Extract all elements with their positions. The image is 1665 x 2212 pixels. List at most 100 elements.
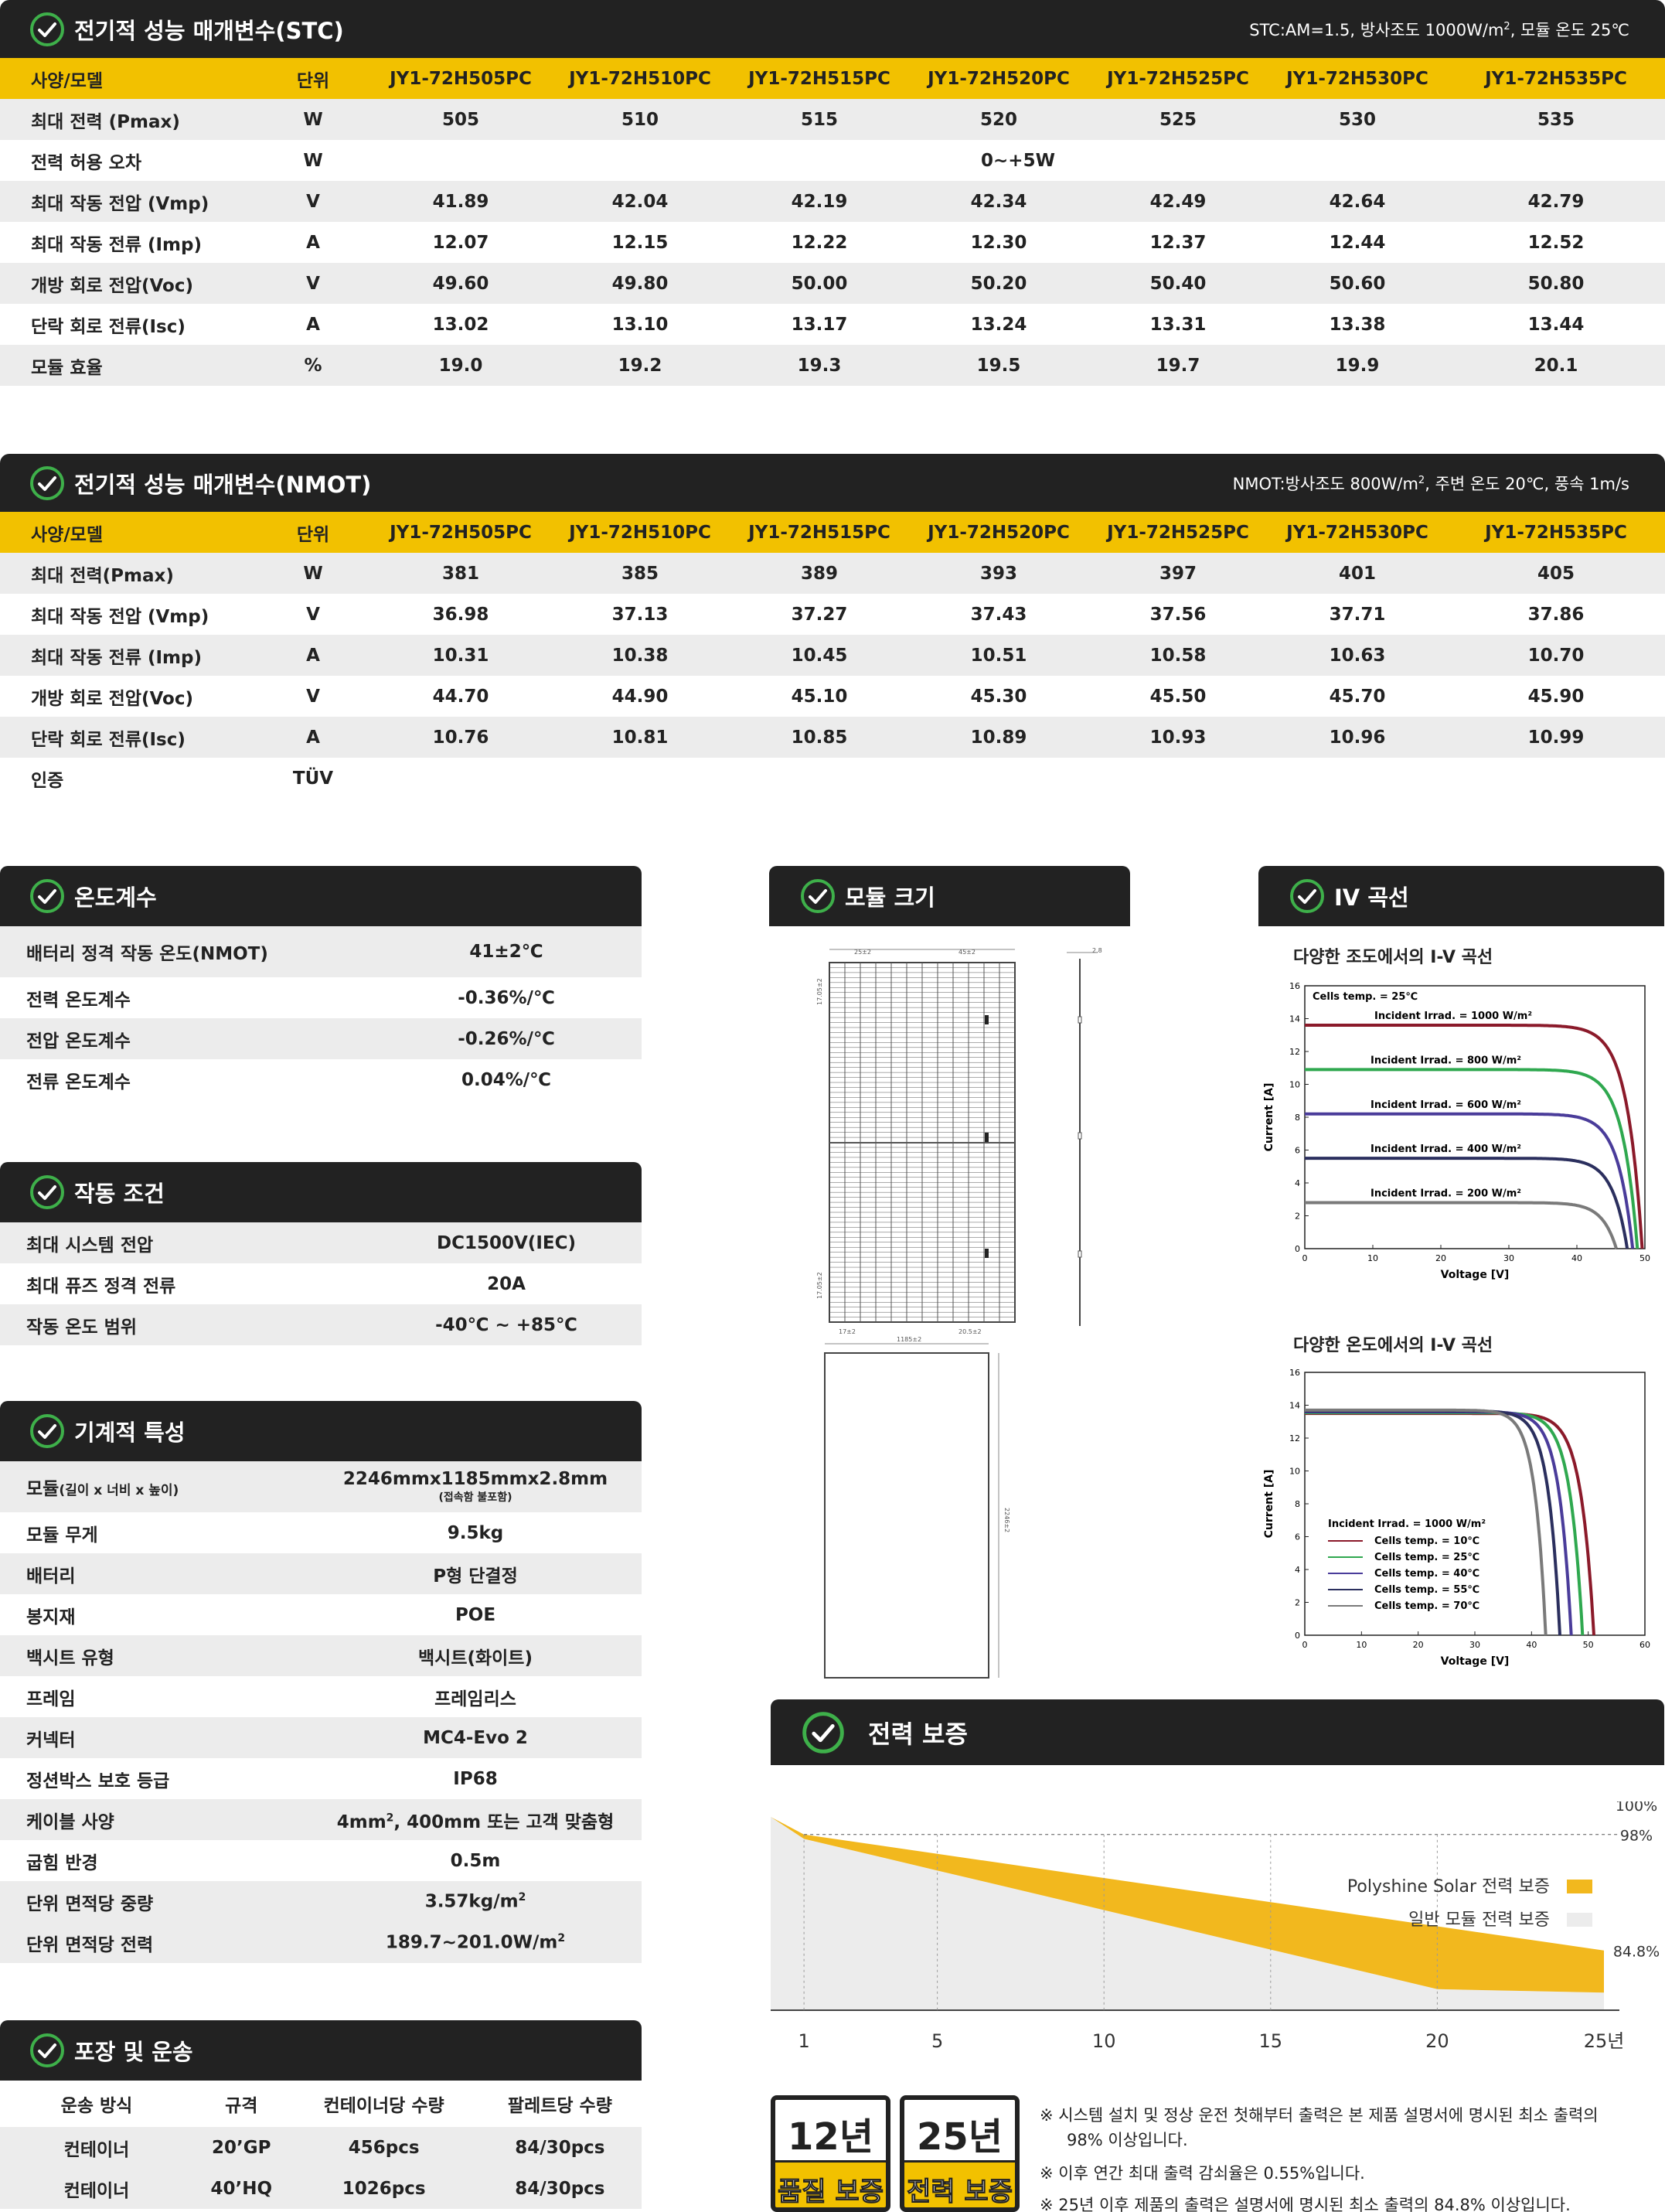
table-row: 백시트 유형 백시트(화이트) xyxy=(0,1635,642,1676)
value-cell: 10.63 xyxy=(1268,635,1447,676)
y-tick-label: 12 xyxy=(1289,1047,1300,1057)
value-cell: 510 xyxy=(550,99,730,140)
value-cell: 389 xyxy=(730,553,909,594)
value-cell: 505 xyxy=(371,99,550,140)
module-drawing: 25±2 45±2 17.05±2 17±2 20.5±2 17.05±2 2.… xyxy=(816,947,1102,1679)
row-label: 최대 전력(Pmax) xyxy=(0,553,255,594)
warranty-title: 전력 보증 xyxy=(868,1719,968,1749)
y-tick-label: 2 xyxy=(1295,1212,1300,1222)
kv-label: 프레임 xyxy=(0,1676,309,1717)
row-label: 최대 작동 전압 (Vmp) xyxy=(0,594,255,635)
x-tick-label: 10 xyxy=(1356,1640,1367,1650)
dim-label: 2246±2 xyxy=(1003,1508,1010,1532)
nmot-title: 전기적 성능 매개변수(NMOT) xyxy=(74,471,372,498)
unit-cell: A xyxy=(255,635,371,676)
value-cell: 12.22 xyxy=(730,222,909,263)
legend-label: 일반 모듈 전력 보증 xyxy=(1408,1910,1550,1930)
value-cell: 13.17 xyxy=(730,304,909,345)
row-label: 전력 허용 오차 xyxy=(0,140,255,181)
pack-cell: 84/30pcs xyxy=(478,2127,642,2168)
iv-section-header: IV 곡선 xyxy=(1258,866,1664,926)
value-cell: 520 xyxy=(909,99,1088,140)
legend-swatch xyxy=(1567,1880,1592,1893)
table-row: 봉지재 POE xyxy=(0,1594,642,1635)
table-row: 사양/모델 단위 JY1-72H505PC JY1-72H510PC JY1-72H51… xyxy=(0,58,1665,99)
table-row: 전류 온도계수 0.04%/℃ xyxy=(0,1059,642,1100)
table-row: 최대 작동 전류 (Imp) A 10.31 10.38 10.45 10.51 10.58… xyxy=(0,635,1665,676)
x-tick-label: 50 xyxy=(1639,1253,1650,1263)
value-cell: 10.89 xyxy=(909,717,1088,758)
kv-label: 봉지재 xyxy=(0,1594,309,1635)
iv-chart-irradiance: 0 10 20 30 40 50 0 2 4 6 8 10 12 14 16 Voltage [V] Curre… xyxy=(1263,981,1650,1281)
value-cell: 50.40 xyxy=(1088,263,1268,304)
value-cell: 42.49 xyxy=(1088,181,1268,222)
x-tick-label: 10 xyxy=(1092,2030,1116,2052)
table-row: 단락 회로 전류(Isc) A 10.76 10.81 10.85 10.89 10.93 1… xyxy=(0,717,1665,758)
unit-cell: A xyxy=(255,717,371,758)
y-tick-label: 84.8% xyxy=(1613,1944,1660,1961)
dim-label: 17.05±2 xyxy=(816,1272,823,1299)
value-cell: 45.10 xyxy=(730,676,909,717)
module-dim-value: 2246mmx1185mmx2.8mm (접속함 불포함) xyxy=(309,1461,642,1512)
iv-chart2-title: 다양한 온도에서의 I-V 곡선 xyxy=(1293,1336,1493,1355)
value-cell: 20.1 xyxy=(1447,345,1665,386)
value-cell: 50.60 xyxy=(1268,263,1447,304)
weight-value: 3.57kg/m2 xyxy=(309,1881,642,1922)
dim-label: 17.05±2 xyxy=(816,978,823,1005)
y-tick-label: 8 xyxy=(1295,1113,1300,1123)
operating-table: 최대 시스템 전압 DC1500V(IEC) 최대 퓨즈 정격 전류 20A 작동 온도… xyxy=(0,1222,642,1345)
value-cell: 385 xyxy=(550,553,730,594)
warranty-note: ※ 25년 이후 제품의 출력은 설명서에 명시된 최소 출력의 84.8% 이… xyxy=(1040,2196,1571,2212)
table-row: 전압 온도계수 -0.26%/℃ xyxy=(0,1018,642,1059)
packing-table: 운송 방식 규격 컨테이너당 수량 팔레트당 수량 컨테이너 20’GP 456pcs 84/… xyxy=(0,2081,642,2209)
warranty-section-header: 전력 보증 xyxy=(771,1699,1664,1765)
kv-value: -0.26%/℃ xyxy=(371,1018,642,1059)
value-cell: 19.0 xyxy=(371,345,550,386)
bend-value: 0.5m xyxy=(309,1840,642,1881)
y-axis-label: Current [A] xyxy=(1263,1470,1275,1539)
dim-label: 2.8 xyxy=(1092,947,1102,954)
mech-table: 모듈(길이 x 너비 x 높이) 2246mmx1185mmx2.8mm (접속함… xyxy=(0,1461,642,1963)
x-tick-label: 40 xyxy=(1526,1640,1537,1650)
kv-label: 전류 온도계수 xyxy=(0,1059,371,1100)
cable-value: 4mm2, 400mm 또는 고객 맞춤형 xyxy=(309,1799,642,1840)
table-row: 케이블 사양 4mm2, 400mm 또는 고객 맞춤형 xyxy=(0,1799,642,1840)
stc-title: 전기적 성능 매개변수(STC) xyxy=(74,17,344,44)
kv-value: -40℃ ~ +85℃ xyxy=(371,1304,642,1345)
unit-cell: V xyxy=(255,676,371,717)
value-cell: 10.58 xyxy=(1088,635,1268,676)
unit-cell: A xyxy=(255,304,371,345)
value-cell: 45.50 xyxy=(1088,676,1268,717)
unit-cell: V xyxy=(255,594,371,635)
warranty-note: ※ 이후 연간 최대 출력 감쇠율은 0.55%입니다. xyxy=(1040,2164,1365,2183)
kv-label: 모듈 무게 xyxy=(0,1512,309,1553)
kv-value: 백시트(화이트) xyxy=(309,1635,642,1676)
value-cell: 42.64 xyxy=(1268,181,1447,222)
value-cell: 10.96 xyxy=(1268,717,1447,758)
table-row: 개방 회로 전압(Voc) V 49.60 49.80 50.00 50.20 50.40 5… xyxy=(0,263,1665,304)
pack-cell: 1026pcs xyxy=(289,2168,478,2209)
temp-section-header: 온도계수 xyxy=(0,866,642,926)
panel-back-outline xyxy=(824,1352,989,1679)
value-cell: 12.44 xyxy=(1268,222,1447,263)
value-cell: 12.07 xyxy=(371,222,550,263)
value-cell: 12.52 xyxy=(1447,222,1665,263)
header-model: JY1-72H535PC xyxy=(1447,512,1665,553)
header-model: JY1-72H505PC xyxy=(371,512,550,553)
value-cell: 45.30 xyxy=(909,676,1088,717)
nmot-section-header: 전기적 성능 매개변수(NMOT) NMOT:방사조도 800W/m2, 주변 … xyxy=(0,454,1665,512)
series-label: Incident Irrad. = 600 W/m² xyxy=(1370,1099,1521,1111)
value-cell: 10.31 xyxy=(371,635,550,676)
kv-label: 작동 온도 범위 xyxy=(0,1304,371,1345)
value-cell: 12.37 xyxy=(1088,222,1268,263)
nmot-note: NMOT:방사조도 800W/m2, 주변 온도 20℃, 풍속 1m/s xyxy=(1232,474,1629,493)
stc-section-header: 전기적 성능 매개변수(STC) STC:AM=1.5, 방사조도 1000W/… xyxy=(0,0,1665,58)
legend-swatch xyxy=(1567,1913,1592,1927)
y-tick-label: 14 xyxy=(1289,1014,1300,1024)
kv-label: 백시트 유형 xyxy=(0,1635,309,1676)
value-cell: 45.70 xyxy=(1268,676,1447,717)
series-label: Incident Irrad. = 200 W/m² xyxy=(1370,1188,1521,1200)
legend-label: Cells temp. = 40℃ xyxy=(1374,1568,1479,1580)
value-cell: 13.38 xyxy=(1268,304,1447,345)
header-model: JY1-72H505PC xyxy=(371,58,550,99)
